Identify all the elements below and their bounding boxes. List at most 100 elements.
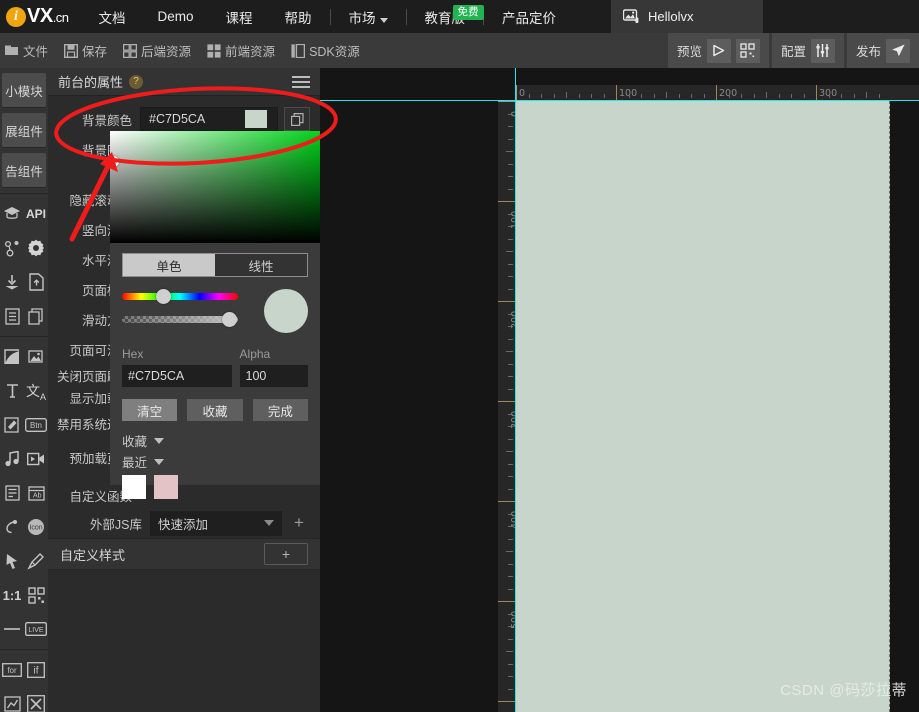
translate-icon: 文A: [25, 382, 46, 402]
nav-item-pricing[interactable]: 产品定价: [486, 7, 572, 27]
favorite-button[interactable]: 收藏: [187, 399, 243, 421]
toolbar-save[interactable]: 保存: [56, 41, 115, 60]
external-js-library-select[interactable]: 快速添加: [150, 510, 282, 536]
page-title: 前台的属性: [58, 75, 124, 90]
rail-icon-api[interactable]: API: [24, 197, 48, 231]
logo-text: VX.cn: [27, 5, 69, 28]
top-navigation-bar: i VX.cn 文档 Demo 课程 帮助 市场 教育版 免费 产品定价 Hel…: [0, 0, 919, 33]
add-custom-style-button[interactable]: +: [264, 543, 308, 565]
rail-icon-gear[interactable]: [24, 231, 48, 265]
rail-icon-file-upload[interactable]: [24, 265, 48, 299]
rail-icon-shuffle[interactable]: [24, 687, 48, 712]
logo-mark-icon: i: [6, 6, 26, 27]
rail-tab-small-module[interactable]: 小模块: [2, 73, 46, 108]
rail-icon-copy[interactable]: [24, 299, 48, 333]
nav-item-demo[interactable]: Demo: [142, 9, 210, 24]
copy-color-button[interactable]: [284, 107, 310, 131]
rail-tab-ad-component[interactable]: 告组件: [2, 153, 46, 188]
vertical-ruler[interactable]: 0 100 200 300: [498, 101, 516, 712]
toolbar-backend-resource[interactable]: 后端资源: [115, 41, 199, 60]
help-icon[interactable]: ?: [129, 74, 144, 89]
brand-logo[interactable]: i VX.cn: [0, 5, 69, 28]
hex-input[interactable]: #C7D5CA: [122, 365, 232, 387]
recent-label: 最近: [122, 456, 148, 470]
rail-icon-graduation-cap[interactable]: [0, 197, 24, 231]
preview-play-button[interactable]: [706, 38, 731, 63]
recent-toggle[interactable]: 最近: [122, 452, 308, 471]
publish-send-button[interactable]: [886, 38, 910, 63]
nav-item-market-label: 市场: [348, 10, 376, 26]
richtext-icon: [4, 485, 20, 501]
rail-icon-line[interactable]: [0, 612, 24, 646]
done-button[interactable]: 完成: [252, 399, 308, 421]
saturation-value-cursor[interactable]: [108, 156, 119, 167]
svg-text:for: for: [7, 666, 17, 675]
toolbar-sdk-resource[interactable]: SDK资源: [283, 41, 368, 60]
page-canvas[interactable]: [516, 101, 890, 712]
toolbar-preview-label: 预览: [676, 45, 702, 59]
hue-slider[interactable]: [122, 289, 238, 304]
nav-item-market[interactable]: 市场: [333, 7, 404, 27]
color-sliders-block: [122, 289, 308, 333]
horizontal-ruler[interactable]: 0 100 200 300: [516, 85, 919, 101]
nav-item-courses[interactable]: 课程: [210, 7, 269, 27]
document-tab-hellolvx[interactable]: Hellolvx: [611, 0, 763, 33]
rail-icon-image[interactable]: [24, 340, 48, 374]
color-mode-tab-linear[interactable]: 线性: [215, 254, 307, 276]
rail-icon-chart[interactable]: [0, 687, 24, 712]
rail-icon-pen[interactable]: [24, 544, 48, 578]
toolbar-frontend-resource[interactable]: 前端资源: [199, 41, 283, 60]
alpha-field-caption: Alpha: [239, 347, 271, 361]
recent-swatch-white[interactable]: [122, 475, 146, 499]
config-sliders-button[interactable]: [810, 38, 835, 63]
preview-qrcode-button[interactable]: [735, 38, 760, 63]
clear-button[interactable]: 清空: [122, 399, 178, 421]
rail-icon-list[interactable]: [0, 299, 24, 333]
toolbar-file[interactable]: 文件: [0, 41, 56, 60]
rail-icon-one-to-one[interactable]: 1:1: [0, 578, 24, 612]
nav-divider: [405, 8, 407, 25]
guide-line-horizontal[interactable]: [320, 100, 919, 101]
rail-icon-pointer[interactable]: [0, 544, 24, 578]
nav-item-education[interactable]: 教育版 免费: [409, 4, 484, 27]
rail-icon-richtext[interactable]: [0, 476, 24, 510]
recent-swatch-pink[interactable]: [154, 475, 178, 499]
rail-icon-text[interactable]: [0, 374, 24, 408]
nav-item-help[interactable]: 帮助: [269, 7, 328, 27]
copy-icon: [27, 307, 43, 325]
rail-icon-icon-circle[interactable]: Icon: [24, 510, 48, 544]
rail-icon-for[interactable]: for: [0, 653, 24, 687]
rail-icon-shape[interactable]: [0, 340, 24, 374]
color-picker-buttons: 清空 收藏 完成: [122, 399, 308, 421]
alpha-input[interactable]: 100: [239, 365, 308, 387]
background-color-input[interactable]: #C7D5CA: [140, 107, 278, 131]
favorites-toggle[interactable]: 收藏: [122, 431, 308, 450]
saturation-value-area[interactable]: [108, 131, 320, 243]
gear-icon: [28, 239, 44, 257]
guide-line-vertical[interactable]: [515, 68, 516, 712]
rail-icon-live[interactable]: LIVE: [24, 612, 48, 646]
rail-tab-extension-component[interactable]: 展组件: [2, 113, 46, 148]
rail-icon-if[interactable]: if: [24, 653, 48, 687]
rail-icon-qrcode-grid[interactable]: [24, 578, 48, 612]
add-js-library-button[interactable]: +: [288, 511, 310, 535]
color-mode-tabs: 单色 线性: [122, 253, 308, 277]
hue-slider-knob[interactable]: [156, 289, 171, 304]
menu-icon[interactable]: [292, 73, 310, 91]
color-mode-tab-solid[interactable]: 单色: [123, 254, 215, 276]
background-color-swatch[interactable]: [245, 110, 267, 128]
nav-item-docs[interactable]: 文档: [83, 7, 142, 27]
rail-icon-audio[interactable]: [0, 442, 24, 476]
rail-icon-button[interactable]: Btn: [24, 408, 48, 442]
rail-icon-download[interactable]: [0, 265, 24, 299]
rail-icon-form[interactable]: Ab: [24, 476, 48, 510]
rail-icon-swipe[interactable]: [0, 510, 24, 544]
logo-suffix: .cn: [52, 10, 69, 25]
rail-icon-video[interactable]: [24, 442, 48, 476]
rail-divider: [0, 336, 48, 337]
alpha-slider[interactable]: [122, 312, 238, 327]
alpha-slider-knob[interactable]: [222, 312, 237, 327]
rail-icon-edit[interactable]: [0, 408, 24, 442]
rail-icon-share-nodes[interactable]: [0, 231, 24, 265]
rail-icon-translate[interactable]: 文A: [24, 374, 48, 408]
